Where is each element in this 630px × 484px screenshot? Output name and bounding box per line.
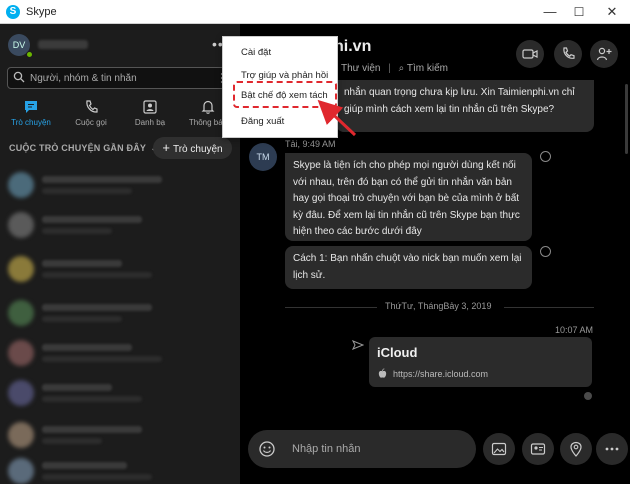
annotation-arrow (317, 99, 357, 137)
arrow-line (317, 99, 357, 137)
